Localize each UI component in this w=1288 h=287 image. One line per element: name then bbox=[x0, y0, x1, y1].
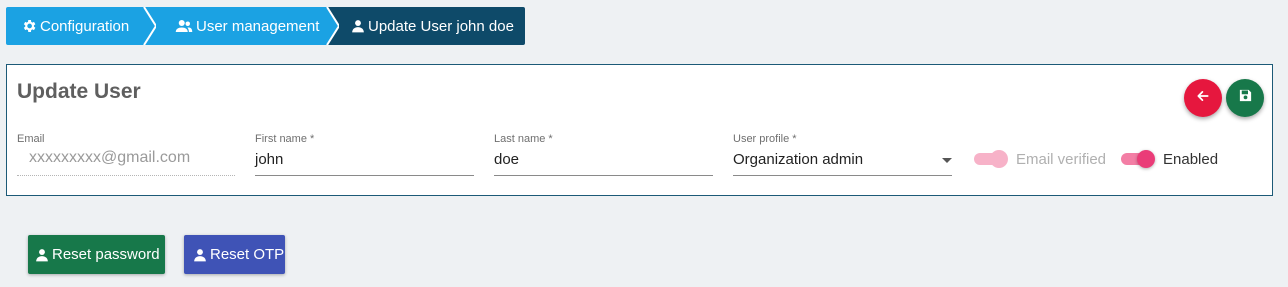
breadcrumb-item-update-user: Update User john doe bbox=[325, 7, 525, 45]
breadcrumb-label: Configuration bbox=[40, 17, 130, 35]
first-name-field[interactable]: First name * john bbox=[255, 133, 474, 177]
email-verified-label: Email verified bbox=[1016, 150, 1107, 168]
last-name-input[interactable]: doe bbox=[494, 151, 519, 168]
enabled-label: Enabled bbox=[1163, 150, 1219, 168]
save-button[interactable] bbox=[1226, 79, 1264, 117]
breadcrumb-label: Update User john doe bbox=[368, 17, 514, 35]
users-icon bbox=[175, 19, 193, 33]
reset-password-button[interactable]: Reset password bbox=[28, 235, 165, 274]
breadcrumb-item-configuration[interactable]: Configuration bbox=[6, 7, 156, 45]
last-name-label: Last name * bbox=[494, 133, 553, 145]
back-button[interactable] bbox=[1184, 79, 1222, 117]
card-title: Update User bbox=[17, 80, 141, 103]
email-label: Email bbox=[17, 133, 45, 145]
toggle-track bbox=[974, 150, 1008, 168]
first-name-underline bbox=[255, 175, 474, 176]
user-profile-label: User profile * bbox=[733, 133, 797, 145]
arrow-left-icon bbox=[1196, 89, 1210, 108]
first-name-input[interactable]: john bbox=[255, 151, 283, 168]
email-field: Email xxxxxxxxx@gmail.com bbox=[17, 133, 235, 177]
breadcrumb: Configuration User management Update Use… bbox=[6, 7, 525, 45]
breadcrumb-item-user-management[interactable]: User management bbox=[142, 7, 339, 45]
user-icon bbox=[193, 248, 207, 262]
user-icon bbox=[351, 19, 365, 33]
last-name-underline bbox=[494, 175, 713, 176]
breadcrumb-separator bbox=[142, 7, 156, 45]
toggle-track[interactable] bbox=[1121, 150, 1155, 168]
email-underline bbox=[17, 175, 235, 176]
floppy-disk-icon bbox=[1238, 88, 1253, 108]
gear-icon bbox=[21, 18, 37, 34]
last-name-field[interactable]: Last name * doe bbox=[494, 133, 713, 177]
reset-password-label: Reset password bbox=[52, 246, 160, 263]
user-profile-value[interactable]: Organization admin bbox=[733, 151, 863, 168]
user-profile-select[interactable]: User profile * Organization admin bbox=[733, 133, 952, 177]
first-name-label: First name * bbox=[255, 133, 315, 145]
user-profile-underline bbox=[733, 175, 952, 176]
email-verified-toggle: Email verified bbox=[974, 149, 1106, 169]
toggle-thumb[interactable] bbox=[1137, 150, 1155, 168]
update-user-card: Update User Email xxxxxxxxx@gmail.com Fi… bbox=[6, 64, 1273, 196]
chevron-down-icon[interactable] bbox=[942, 158, 952, 163]
email-value: xxxxxxxxx@gmail.com bbox=[29, 149, 191, 166]
user-icon bbox=[35, 248, 49, 262]
reset-otp-button[interactable]: Reset OTP bbox=[184, 235, 285, 274]
toggle-thumb bbox=[990, 150, 1008, 168]
breadcrumb-separator bbox=[325, 7, 339, 45]
reset-otp-label: Reset OTP bbox=[210, 246, 285, 263]
enabled-toggle[interactable]: Enabled bbox=[1121, 149, 1218, 169]
breadcrumb-label: User management bbox=[196, 17, 320, 35]
